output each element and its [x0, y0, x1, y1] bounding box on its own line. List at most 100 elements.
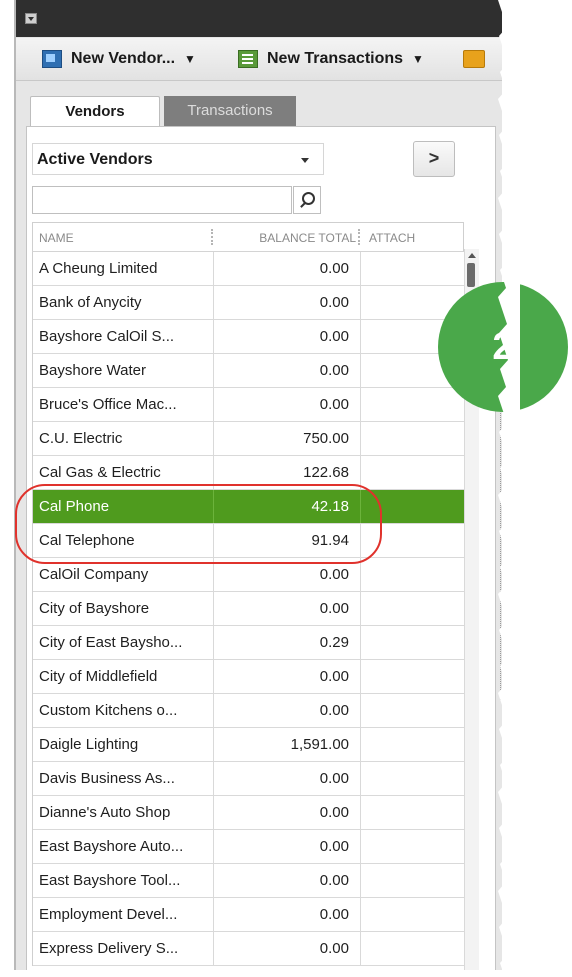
table-body: A Cheung Limited 0.00 Bank of Anycity 0.00 B…	[32, 252, 464, 966]
vendor-balance-cell: 42.18	[311, 498, 349, 515]
vendor-balance-cell: 0.00	[319, 362, 349, 379]
vendor-name-cell: Bayshore CalOil S...	[39, 328, 175, 345]
column-divider	[360, 626, 361, 659]
table-row[interactable]: A Cheung Limited 0.00	[33, 252, 464, 286]
column-divider	[360, 762, 361, 795]
table-row[interactable]: Davis Business As... 0.00	[33, 762, 464, 796]
vendor-balance-cell: 0.00	[319, 668, 349, 685]
vendor-balance-cell: 91.94	[311, 532, 349, 549]
column-divider	[360, 456, 361, 489]
vendor-name-cell: East Bayshore Auto...	[39, 838, 184, 855]
column-divider	[360, 558, 361, 591]
table-row[interactable]: CalOil Company 0.00	[33, 558, 464, 592]
vendor-name-cell: CalOil Company	[39, 566, 149, 583]
panel-menu-button[interactable]	[25, 13, 37, 24]
column-resize-handle[interactable]	[358, 229, 360, 245]
column-divider	[360, 864, 361, 897]
column-divider	[360, 694, 361, 727]
vendor-balance-cell: 0.29	[319, 634, 349, 651]
table-row[interactable]: Cal Gas & Electric 122.68	[33, 456, 464, 490]
new-transactions-caret[interactable]: ▼	[412, 52, 424, 66]
tab-transactions[interactable]: Transactions	[164, 96, 296, 126]
column-divider	[360, 422, 361, 455]
vendor-list-pane: Active Vendors > NAME BALANCE TOTAL ATTA…	[26, 126, 496, 970]
column-header-attach[interactable]: ATTACH	[369, 231, 415, 245]
table-row[interactable]: Bayshore Water 0.00	[33, 354, 464, 388]
new-vendor-caret[interactable]: ▼	[184, 52, 196, 66]
column-divider	[360, 898, 361, 931]
table-row[interactable]: East Bayshore Tool... 0.00	[33, 864, 464, 898]
table-row[interactable]: Bank of Anycity 0.00	[33, 286, 464, 320]
vendor-name-cell: Cal Gas & Electric	[39, 464, 161, 481]
table-row[interactable]: Bayshore CalOil S... 0.00	[33, 320, 464, 354]
table-row[interactable]: Employment Devel... 0.00	[33, 898, 464, 932]
table-row[interactable]: Custom Kitchens o... 0.00	[33, 694, 464, 728]
vendor-name-cell: Cal Phone	[39, 498, 110, 515]
table-row[interactable]: Dianne's Auto Shop 0.00	[33, 796, 464, 830]
column-divider	[360, 388, 361, 421]
vendor-name-cell: Custom Kitchens o...	[39, 702, 178, 719]
column-divider	[360, 252, 361, 285]
vendor-name-cell: Bank of Anycity	[39, 294, 142, 311]
vendor-name-cell: Dianne's Auto Shop	[39, 804, 171, 821]
table-row[interactable]: East Bayshore Auto... 0.00	[33, 830, 464, 864]
column-resize-handle[interactable]	[211, 229, 213, 245]
vendor-name-cell: A Cheung Limited	[39, 260, 158, 277]
vendor-balance-cell: 1,591.00	[290, 736, 349, 753]
vendor-search-input[interactable]	[32, 186, 292, 214]
vendor-balance-cell: 750.00	[303, 430, 349, 447]
vendor-center-panel: New Vendor... ▼ New Transactions ▼ Vendo…	[14, 0, 502, 970]
table-row[interactable]: Daigle Lighting 1,591.00	[33, 728, 464, 762]
table-row[interactable]: City of Bayshore 0.00	[33, 592, 464, 626]
vendor-balance-cell: 0.00	[319, 328, 349, 345]
vendor-balance-cell: 0.00	[319, 940, 349, 957]
scroll-up-arrow-icon[interactable]	[468, 253, 476, 258]
table-row[interactable]: Express Delivery S... 0.00	[33, 932, 464, 966]
column-divider	[360, 286, 361, 319]
column-divider	[360, 592, 361, 625]
new-vendor-button[interactable]: New Vendor... ▼	[42, 48, 196, 70]
new-transactions-button[interactable]: New Transactions ▼	[238, 48, 424, 70]
table-row[interactable]: Cal Phone 42.18	[33, 490, 464, 524]
vendor-name-cell: Daigle Lighting	[39, 736, 139, 753]
vendor-table: NAME BALANCE TOTAL ATTACH A Cheung Limit…	[32, 222, 464, 966]
vendor-balance-cell: 0.00	[319, 770, 349, 787]
vendor-filter-dropdown[interactable]: Active Vendors	[32, 143, 324, 175]
table-row[interactable]: Cal Telephone 91.94	[33, 524, 464, 558]
vendor-name-cell: Bruce's Office Mac...	[39, 396, 177, 413]
torn-edge-decoration	[498, 0, 520, 977]
chevron-down-icon	[301, 158, 309, 163]
tab-vendors[interactable]: Vendors	[30, 96, 160, 127]
table-row[interactable]: City of Middlefield 0.00	[33, 660, 464, 694]
new-transactions-label: New Transactions	[267, 50, 404, 67]
vendor-name-cell: City of Bayshore	[39, 600, 150, 617]
expand-panel-button[interactable]: >	[413, 141, 455, 177]
vendor-balance-cell: 0.00	[319, 906, 349, 923]
vendor-balance-cell: 0.00	[319, 804, 349, 821]
new-transactions-icon	[238, 50, 258, 68]
vendor-balance-cell: 0.00	[319, 600, 349, 617]
search-icon[interactable]	[293, 186, 321, 214]
column-divider	[360, 932, 361, 965]
new-vendor-icon	[42, 50, 62, 68]
print-icon[interactable]	[463, 50, 485, 68]
column-divider	[360, 796, 361, 829]
new-vendor-label: New Vendor...	[71, 50, 176, 67]
table-row[interactable]: City of East Baysho... 0.29	[33, 626, 464, 660]
vendor-balance-cell: 0.00	[319, 566, 349, 583]
table-row[interactable]: C.U. Electric 750.00	[33, 422, 464, 456]
scroll-thumb[interactable]	[467, 263, 475, 287]
vendor-balance-cell: 0.00	[319, 872, 349, 889]
column-divider	[360, 354, 361, 387]
vendor-name-cell: City of Middlefield	[39, 668, 158, 685]
vendor-name-cell: East Bayshore Tool...	[39, 872, 181, 889]
column-divider	[360, 524, 361, 557]
vendor-name-cell: City of East Baysho...	[39, 634, 183, 651]
vendor-balance-cell: 0.00	[319, 838, 349, 855]
column-header-balance[interactable]: BALANCE TOTAL	[216, 231, 356, 245]
table-header: NAME BALANCE TOTAL ATTACH	[32, 222, 464, 252]
column-header-name[interactable]: NAME	[39, 231, 74, 245]
vendor-balance-cell: 0.00	[319, 702, 349, 719]
table-row[interactable]: Bruce's Office Mac... 0.00	[33, 388, 464, 422]
vendor-balance-cell: 122.68	[303, 464, 349, 481]
